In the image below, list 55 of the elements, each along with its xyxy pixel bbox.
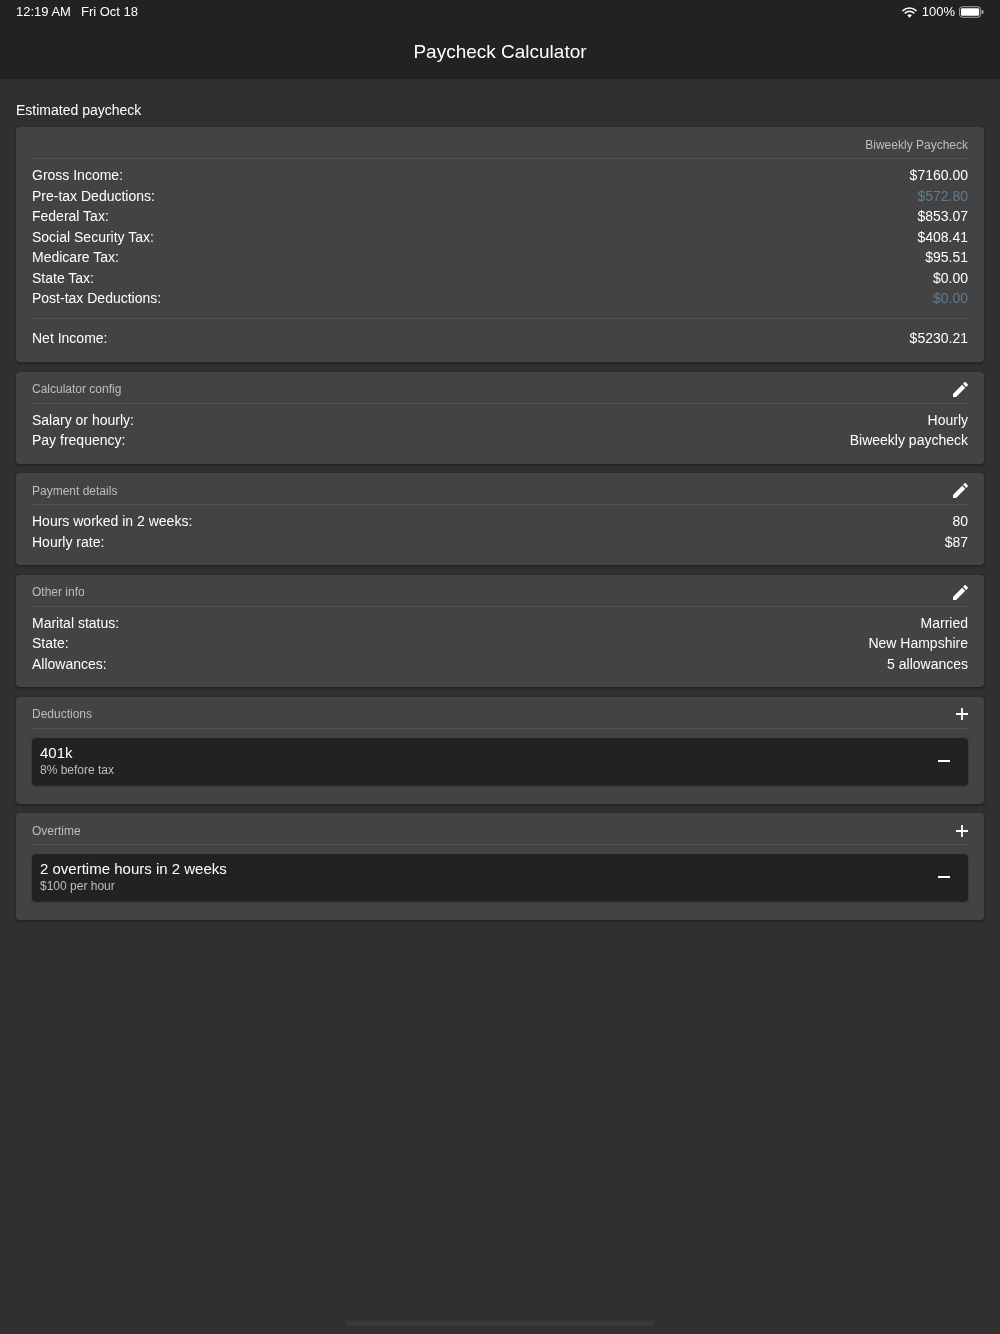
card-title: Other info (32, 584, 85, 600)
item-title: 401k (40, 743, 73, 762)
net-income-value: $5230.21 (909, 329, 968, 348)
battery-icon (959, 6, 984, 18)
field-label: Hours worked in 2 weeks: (32, 512, 193, 531)
pencil-icon[interactable] (953, 584, 968, 600)
list-item[interactable]: 401k 8% before tax (32, 737, 968, 785)
row-label: Gross Income: (32, 166, 124, 185)
row-label: Pre-tax Deductions: (32, 186, 155, 206)
field-value: 5 allowances (887, 654, 968, 674)
status-time: 12:19 AM (16, 4, 71, 20)
card-title: Calculator config (32, 381, 122, 397)
row-value: $0.00 (932, 289, 968, 308)
row-label: State Tax: (32, 268, 94, 288)
field-label: Marital status: (32, 613, 120, 633)
row-label: Medicare Tax: (32, 248, 119, 267)
net-income-label: Net Income: (32, 329, 108, 348)
list-item[interactable]: 2 overtime hours in 2 weeks $100 per hour (32, 854, 968, 901)
item-title: 2 overtime hours in 2 weeks (40, 860, 227, 878)
row-value: $95.51 (925, 248, 968, 267)
screen-title: Paycheck Calculator (413, 39, 587, 64)
row-value: $7160.00 (909, 166, 968, 185)
row-value: $408.41 (917, 227, 968, 247)
row-label: Social Security Tax: (32, 227, 154, 247)
status-date: Fri Oct 18 (80, 4, 138, 20)
row-value: $0.00 (932, 268, 968, 288)
card-title: Payment details (32, 482, 118, 499)
item-subtitle: 8% before tax (40, 761, 115, 778)
row-value: $572.80 (917, 186, 968, 206)
period-label: Biweekly Paycheck (865, 136, 968, 153)
card-title: Deductions (32, 706, 93, 722)
field-label: Hourly rate: (32, 532, 105, 552)
row-value: $853.07 (917, 207, 968, 226)
field-value: Biweekly paycheck (849, 431, 968, 450)
wifi-icon (901, 6, 917, 18)
field-label: State: (32, 634, 69, 653)
field-label: Salary or hourly: (32, 410, 134, 430)
pencil-icon[interactable] (953, 483, 968, 498)
item-subtitle: $100 per hour (40, 878, 115, 894)
section-title: Estimated paycheck (16, 101, 142, 120)
plus-icon[interactable] (956, 824, 968, 837)
minus-icon[interactable] (938, 759, 950, 762)
row-label: Federal Tax: (32, 207, 109, 226)
row-label: Post-tax Deductions: (32, 289, 162, 308)
field-value: Married (920, 613, 968, 633)
card-title: Overtime (32, 822, 81, 839)
field-value: New Hampshire (868, 634, 968, 653)
field-value: Hourly (927, 410, 968, 430)
field-value: 80 (952, 512, 968, 531)
pencil-icon[interactable] (953, 381, 968, 397)
field-label: Pay frequency: (32, 431, 126, 450)
battery-percent: 100% (921, 4, 955, 20)
plus-icon[interactable] (956, 708, 968, 720)
field-value: $87 (944, 532, 968, 552)
field-label: Allowances: (32, 654, 107, 674)
